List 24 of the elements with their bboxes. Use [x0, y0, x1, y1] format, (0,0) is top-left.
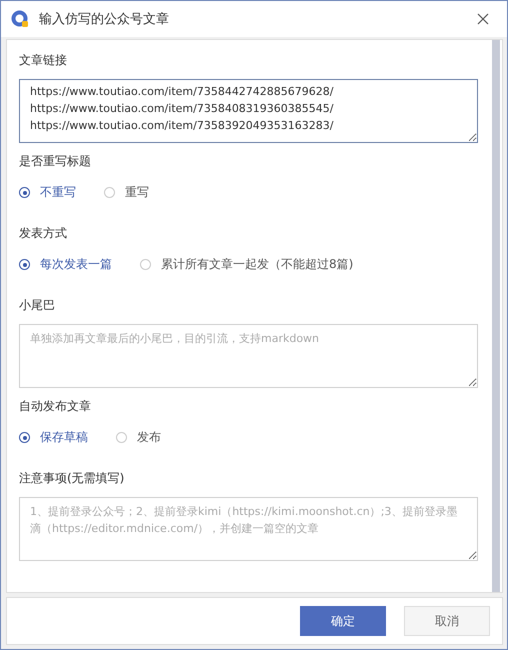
- radio-label[interactable]: 保存草稿: [40, 429, 88, 446]
- field-label: 自动发布文章: [19, 398, 92, 415]
- app-logo-icon: [11, 10, 29, 28]
- field-label: 注意事项(无需填写): [19, 470, 126, 487]
- radio-label[interactable]: 重写: [125, 184, 149, 201]
- radio-label[interactable]: 每次发表一篇: [40, 256, 112, 273]
- radio-button[interactable]: [19, 259, 30, 270]
- radio-button[interactable]: [19, 432, 30, 443]
- input-field[interactable]: 1、提前登录公众号；2、提前登录kimi（https://kimi.moonshot.cn）;3、提前登录墨滴（https://editor.mdnice.com/），并创建一篇空的文章: [19, 497, 478, 561]
- close-icon: [477, 13, 489, 25]
- input-field[interactable]: 单独添加再文章最后的小尾巴，目的引流，支持markdown: [19, 324, 478, 388]
- cancel-button[interactable]: 取消: [404, 606, 490, 636]
- links-textarea[interactable]: https://www.toutiao.com/item/7358442742885679628/ https://www.toutiao.com/item/7358408319360385545/ https://www.toutiao.com/item/7358392049353163283/: [19, 79, 478, 143]
- radio-label[interactable]: 不重写: [40, 184, 76, 201]
- field-label: 文章链接: [19, 52, 68, 69]
- radio-label[interactable]: 累计所有文章一起发（不能超过8篇): [161, 256, 354, 273]
- window-title: 输入仿写的公众号文章: [39, 11, 170, 28]
- field-label: 是否重写标题: [19, 153, 92, 170]
- field-label: 发表方式: [19, 225, 68, 242]
- radio-label[interactable]: 发布: [137, 429, 161, 446]
- scrollbar[interactable]: [492, 40, 500, 592]
- field-label: 小尾巴: [19, 297, 56, 314]
- radio-button[interactable]: [19, 187, 30, 198]
- confirm-button[interactable]: 确定: [300, 606, 386, 636]
